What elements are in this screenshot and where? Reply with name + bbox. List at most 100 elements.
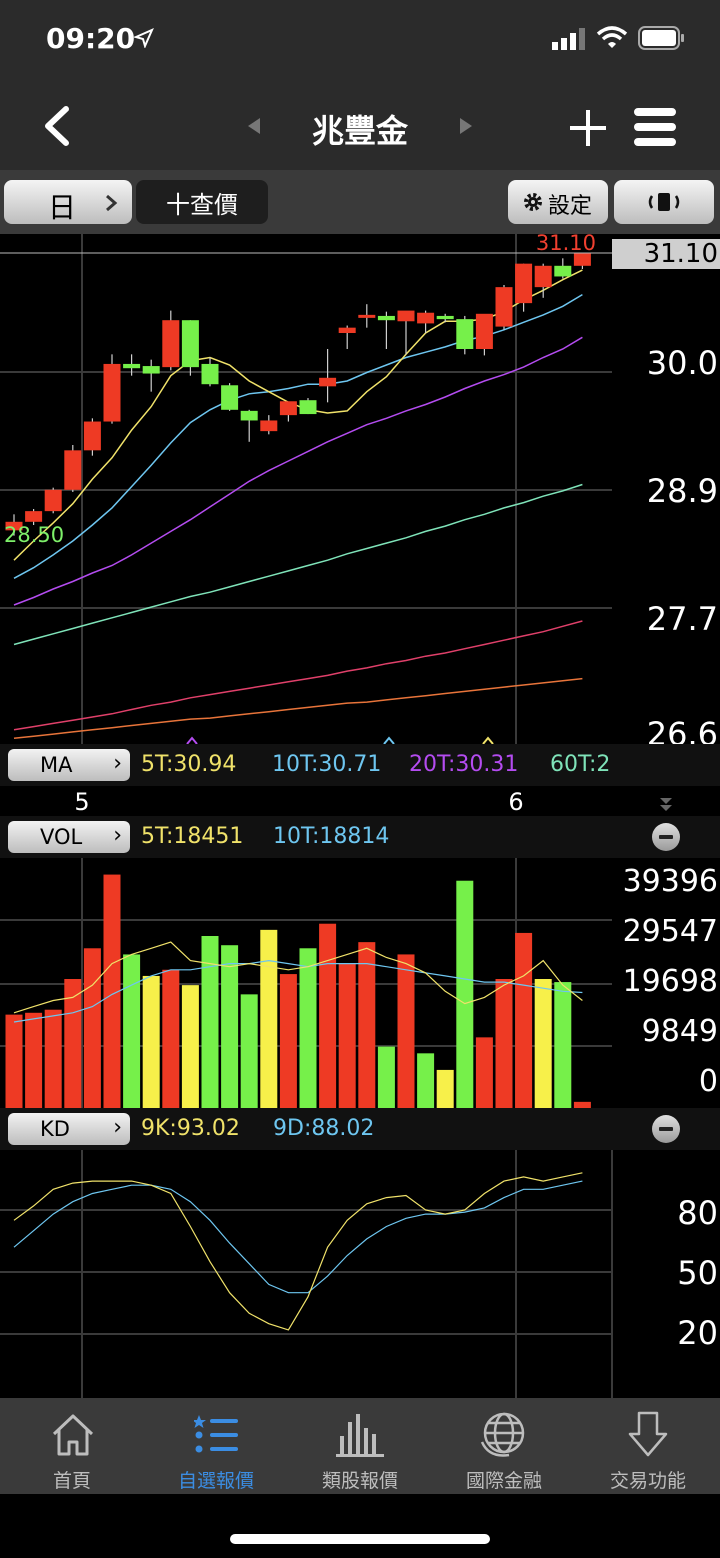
status-time: 09:20 xyxy=(46,22,136,55)
candle-body xyxy=(417,312,435,324)
candle-body xyxy=(221,385,239,410)
volume-bar xyxy=(44,1009,62,1108)
stock-title: 兆豐金 xyxy=(311,112,408,150)
vol-axis-label: 29547 xyxy=(622,914,718,949)
volume-bar xyxy=(142,975,160,1108)
volume-bar xyxy=(260,929,278,1108)
tab-watchlist[interactable]: 自選報價 xyxy=(144,1398,288,1494)
volume-bar xyxy=(123,954,141,1108)
chevron-right-icon: › xyxy=(113,823,122,848)
volume-bar xyxy=(25,1012,43,1108)
volume-bar xyxy=(534,979,552,1108)
candle-body xyxy=(319,377,337,387)
current-price-tag: 31.10 xyxy=(612,239,720,269)
volume-bar xyxy=(5,1014,23,1108)
status-bar: 09:20 xyxy=(0,0,720,80)
volume-bar xyxy=(162,969,180,1108)
chevron-right-icon: › xyxy=(113,751,122,776)
quote-label: 十查價 xyxy=(166,190,238,219)
candle-body xyxy=(123,363,141,369)
collapse-vol-icon[interactable] xyxy=(652,823,680,851)
prev-stock-icon[interactable] xyxy=(246,116,262,136)
tab-international[interactable]: 國際金融 xyxy=(432,1398,576,1494)
vol10-value: 10T:18814 xyxy=(273,824,390,849)
add-icon[interactable] xyxy=(568,108,608,148)
ma-selector-button[interactable]: MA › xyxy=(8,749,130,781)
candle-body xyxy=(142,366,160,374)
candle-body xyxy=(436,315,454,320)
candle-body xyxy=(240,410,258,421)
price-high-marker: 31.10 xyxy=(536,234,596,255)
next-stock-icon[interactable] xyxy=(458,116,474,136)
settings-label: 設定 xyxy=(548,194,593,219)
vol-label: VOL xyxy=(40,825,83,849)
candle-body xyxy=(44,489,62,512)
kd-label: KD xyxy=(40,1117,70,1141)
period-selector[interactable]: 日 xyxy=(4,180,132,224)
chevron-right-icon: › xyxy=(113,1115,122,1140)
tab-label: 國際金融 xyxy=(465,1470,542,1492)
volume-bar xyxy=(436,1069,454,1108)
tab-trading[interactable]: 交易功能 xyxy=(576,1398,720,1494)
ma10-value: 10T:30.71 xyxy=(272,752,382,777)
nav-bar: 兆豐金 xyxy=(0,80,720,170)
volume-bar xyxy=(377,1046,395,1108)
tab-label: 類股報價 xyxy=(321,1470,398,1492)
list-icon xyxy=(194,1415,238,1453)
candle-body xyxy=(299,400,317,415)
home-indicator[interactable] xyxy=(230,1534,490,1544)
kd-selector-button[interactable]: KD › xyxy=(8,1113,130,1145)
tab-sectors[interactable]: 類股報價 xyxy=(288,1398,432,1494)
candle-body xyxy=(554,265,572,277)
candle-body xyxy=(64,450,82,490)
volume-bar xyxy=(456,880,474,1108)
tab-bar: 首頁 自選報價 類股報價 國際金融 交易功能 xyxy=(0,1398,720,1494)
candle-body xyxy=(260,420,278,432)
rotate-screen-icon xyxy=(648,193,680,211)
settings-button[interactable]: 設定 xyxy=(508,180,608,224)
location-arrow-icon xyxy=(134,28,154,48)
tab-home[interactable]: 首頁 xyxy=(0,1398,144,1494)
volume-bar xyxy=(475,1037,493,1108)
candle-body xyxy=(377,315,395,321)
candle-body xyxy=(279,401,297,416)
volume-bar xyxy=(299,948,317,1108)
menu-icon[interactable] xyxy=(634,106,676,148)
kd-axis-label: 50 xyxy=(677,1254,718,1292)
bar-chart-icon xyxy=(336,1414,384,1457)
rotate-button[interactable] xyxy=(614,180,714,224)
k-value: 9K:93.02 xyxy=(141,1116,240,1141)
globe-icon xyxy=(480,1412,525,1457)
cellular-signal-icon xyxy=(552,28,585,50)
volume-bar xyxy=(417,1053,435,1108)
period-label: 日 xyxy=(48,191,77,224)
vol-selector-button[interactable]: VOL › xyxy=(8,821,130,853)
wifi-icon xyxy=(596,26,628,48)
month-label-6: 6 xyxy=(508,788,523,816)
volume-bar xyxy=(279,974,297,1108)
volume-bar xyxy=(221,945,239,1108)
quote-button[interactable]: 十查價 xyxy=(136,180,268,224)
current-price: 31.10 xyxy=(643,239,718,269)
price-low-marker: 28.50 xyxy=(4,523,64,547)
vol-axis-label: 0 xyxy=(698,1064,718,1099)
tab-label: 自選報價 xyxy=(177,1470,254,1492)
price-axis-label: 30.0 xyxy=(646,344,718,382)
vol-indicator-bar: VOL › 5T:18451 10T:18814 xyxy=(0,816,720,858)
ma20-value: 20T:30.31 xyxy=(409,752,519,777)
vol5-value: 5T:18451 xyxy=(141,824,244,849)
chart-toolbar: 日 十查價 設定 xyxy=(0,170,720,234)
volume-bar xyxy=(338,963,356,1108)
volume-bar xyxy=(181,985,199,1108)
download-icon xyxy=(628,1411,668,1457)
candle-body xyxy=(181,320,199,368)
price-axis-label: 27.7 xyxy=(646,600,718,638)
back-icon[interactable] xyxy=(42,106,72,146)
kd-axis-label: 20 xyxy=(677,1314,718,1352)
d-value: 9D:88.02 xyxy=(273,1116,375,1141)
tab-label: 交易功能 xyxy=(609,1470,686,1492)
ma60-value: 60T:2 xyxy=(550,752,611,777)
candle-body xyxy=(25,511,43,522)
collapse-kd-icon[interactable] xyxy=(652,1115,680,1143)
candle-body xyxy=(162,320,180,368)
